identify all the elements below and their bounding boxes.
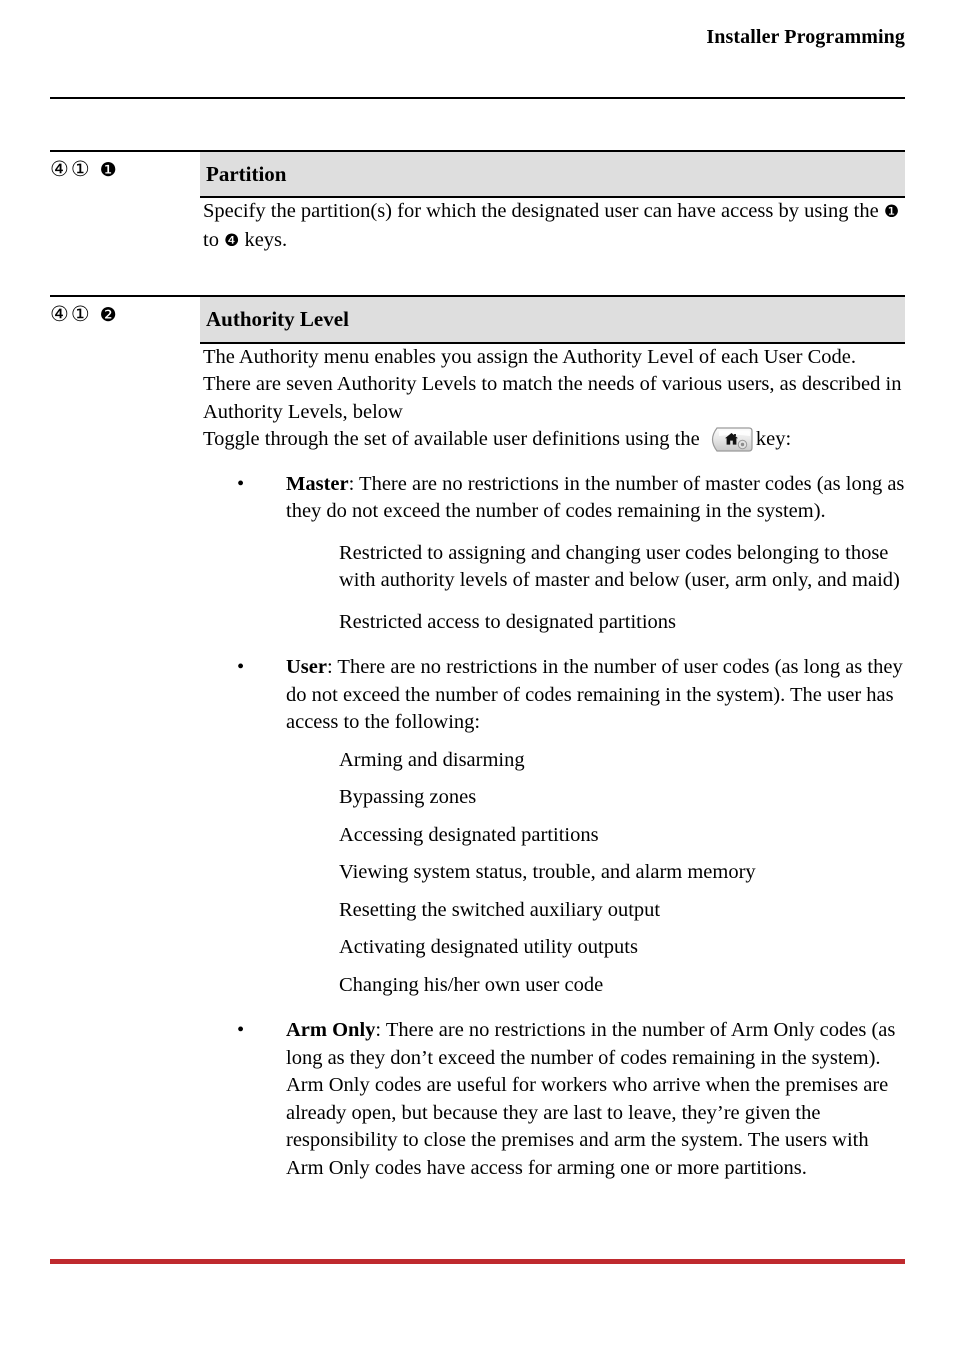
section-header-row: ④① ❷ Authority Level xyxy=(50,297,905,344)
list-item-master: • Master: There are no restrictions in t… xyxy=(203,471,905,637)
bullet-label-master: Master xyxy=(286,472,349,495)
document-page: Installer Programming ④① ❶ Partition Spec… xyxy=(0,0,954,1352)
subitem: Accessing designated partitions xyxy=(339,823,599,846)
subitem: Resetting the switched auxiliary output xyxy=(339,898,661,921)
bullet-icon: • xyxy=(237,656,245,678)
toggle-text-post: key: xyxy=(755,428,792,450)
section-body-authority-level: The Authority menu enables you assign th… xyxy=(200,344,905,1183)
section-title-partition: Partition xyxy=(206,162,287,186)
partition-desc-post: keys. xyxy=(239,228,288,251)
footer-divider xyxy=(50,1259,905,1264)
partition-desc-mid: to xyxy=(203,228,225,251)
page-content: ④① ❶ Partition Specify the partition(s) f… xyxy=(50,150,905,1182)
bullet-text-arm-only: : There are no restrictions in the numbe… xyxy=(286,1019,896,1179)
bullet-text-master: : There are no restrictions in the numbe… xyxy=(286,472,905,523)
circled-four-icon: ④ xyxy=(50,302,71,327)
neg-circled-one-inline-icon: ❶ xyxy=(883,202,900,223)
home-key-icon xyxy=(711,426,753,453)
authority-toggle-paragraph: Toggle through the set of available user… xyxy=(203,426,905,454)
subitem: Restricted to assigning and changing use… xyxy=(339,541,900,592)
keypath-partition: ④① ❶ xyxy=(50,152,200,198)
section-header-row: ④① ❶ Partition xyxy=(50,152,905,199)
subitem: Restricted access to designated partitio… xyxy=(339,610,677,633)
subitem: Bypassing zones xyxy=(339,786,477,808)
bullet-text-user: : There are no restrictions in the numbe… xyxy=(286,656,903,733)
bullet-label-user: User xyxy=(286,656,327,678)
authority-levels-list: • Master: There are no restrictions in t… xyxy=(203,471,905,1183)
section-partition: ④① ❶ Partition Specify the partition(s) f… xyxy=(50,150,905,255)
neg-circled-four-inline-icon: ❹ xyxy=(224,230,240,251)
neg-circled-one-icon: ❶ xyxy=(99,159,117,181)
subitems-user: Arming and disarming Bypassing zones Acc… xyxy=(286,747,905,1000)
authority-intro-paragraph: The Authority menu enables you assign th… xyxy=(203,345,902,423)
list-item-arm-only: • Arm Only: There are no restrictions in… xyxy=(203,1017,905,1182)
header-divider xyxy=(50,97,905,99)
circled-one-icon: ① xyxy=(70,157,92,181)
subitem: Changing his/her own user code xyxy=(339,973,604,996)
partition-description: Specify the partition(s) for which the d… xyxy=(203,198,905,255)
keypath-authority-level: ④① ❷ xyxy=(50,297,200,343)
bullet-icon: • xyxy=(237,1019,245,1041)
section-title-authority-level: Authority Level xyxy=(206,307,349,332)
subitem: Arming and disarming xyxy=(339,748,525,771)
heading-band-partition: Partition xyxy=(200,152,905,199)
circled-one-icon: ① xyxy=(70,302,92,327)
neg-circled-two-icon: ❷ xyxy=(99,304,117,327)
subitems-master: Restricted to assigning and changing use… xyxy=(286,540,905,637)
subitem: Activating designated utility outputs xyxy=(339,936,638,958)
partition-desc-pre: Specify the partition(s) for which the d… xyxy=(203,200,884,223)
list-item-user: • User: There are no restrictions in the… xyxy=(203,654,905,999)
heading-band-authority-level: Authority Level xyxy=(200,297,905,344)
bullet-label-arm-only: Arm Only xyxy=(286,1019,376,1041)
section-body-partition: Specify the partition(s) for which the d… xyxy=(200,198,905,255)
toggle-text-pre: Toggle through the set of available user… xyxy=(203,428,705,450)
circled-four-icon: ④ xyxy=(50,157,71,181)
page-header-title: Installer Programming xyxy=(706,26,905,48)
bullet-icon: • xyxy=(237,472,245,495)
subitem: Viewing system status, trouble, and alar… xyxy=(339,861,756,883)
section-authority-level: ④① ❷ Authority Level The Authority menu e… xyxy=(50,295,905,1182)
